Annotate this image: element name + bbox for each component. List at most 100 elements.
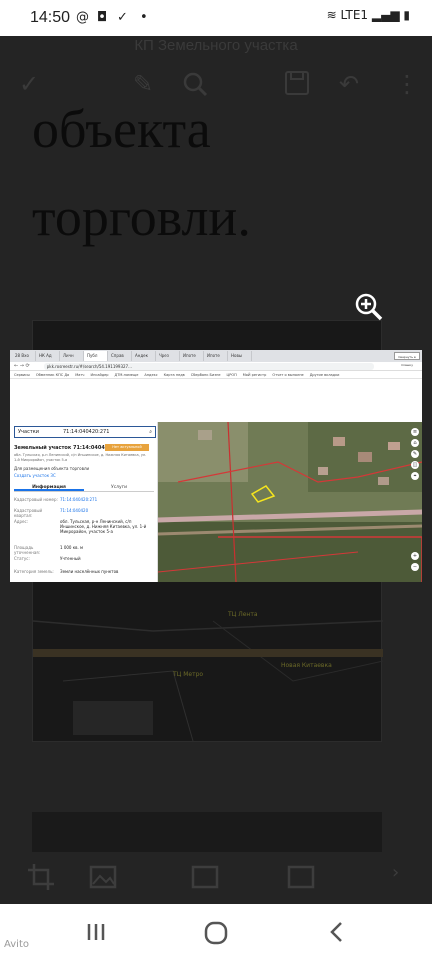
check-icon[interactable]: ✓ [14, 70, 44, 100]
field-value: 1 000 кв. м [60, 545, 84, 550]
background-image-strip [32, 812, 382, 852]
zoom-out-button[interactable]: − [411, 563, 419, 571]
field-row: Площадь уточненная: 1 000 кв. м [14, 545, 154, 555]
bookmark[interactable]: Андекс [144, 373, 157, 377]
map-tooltip[interactable]: Свернуть в плашку [394, 352, 420, 367]
browser-tab[interactable]: Новы [228, 351, 252, 361]
field-value: Земли населённых пунктов [60, 569, 119, 574]
more-icon[interactable]: › [392, 862, 426, 892]
bookmark[interactable]: МоЙ регистр [243, 373, 267, 377]
parcel-info-panel: Участки 71:14:040420:271 ⌕ Земельный уча… [10, 422, 158, 582]
browser-tab[interactable]: Ипоте [180, 351, 204, 361]
bookmark[interactable]: Матч [75, 373, 84, 377]
search-query[interactable]: 71:14:040420:271 [63, 427, 109, 437]
undo-icon[interactable]: ↶ [334, 70, 364, 100]
status-bar: 14:50 @ ◘ ✓ • ≋ LTE1 ▂▄▆ ▮ [0, 0, 432, 36]
bookmark[interactable]: Сбербанк Бизне [191, 373, 221, 377]
field-row: Статус: Учтенный [14, 556, 154, 561]
nav-arrows-icon[interactable]: ← → ⟳ [14, 363, 30, 369]
map-label: Новая Китаевка [281, 662, 332, 669]
recents-button[interactable] [84, 920, 114, 944]
info-tabs: Информация Услуги [14, 483, 154, 492]
map-tool-icon[interactable]: ⌂ [411, 439, 419, 447]
bottom-toolbar: › [0, 852, 432, 904]
search-category[interactable]: Участки [18, 429, 39, 435]
browser-tab[interactable]: 28 Вхо [12, 351, 36, 361]
map-tool-icon[interactable]: ⌖ [411, 472, 419, 480]
crop-icon[interactable] [26, 862, 60, 892]
field-key: Категория земель: [14, 569, 54, 574]
browser-tab[interactable]: Андек [132, 351, 156, 361]
field-key: Статус: [14, 556, 30, 561]
save-icon[interactable] [282, 70, 312, 100]
satellite-map[interactable]: ≡ ⌂ ✎ ◫ ⌖ + − [158, 422, 422, 582]
pen-icon[interactable]: ✎ [128, 70, 158, 100]
url-field[interactable]: pkk.rosreestr.ru/#/search/54.191199327..… [43, 362, 374, 370]
field-key: Кадастровый номер: [14, 497, 58, 502]
field-value: Учтенный [60, 556, 81, 561]
parcel-address-short: обл. Тульская, р-н Ленинский, с/п Иншинс… [14, 453, 147, 462]
field-value[interactable]: 71:14:040420:271 [60, 497, 154, 502]
bookmarks-bar: Сервисы Обменник КПС Да Матч Инсайдер ДТ… [10, 371, 422, 379]
cadastral-map-page: Участки 71:14:040420:271 ⌕ Земельный уча… [10, 422, 422, 582]
embedded-screenshot[interactable]: 28 Вхо НК Ад Личн Публ Справ Андек Чрез … [10, 350, 422, 582]
map-label: ТЦ Лента [228, 611, 258, 618]
browser-tab[interactable]: Чрез [156, 351, 180, 361]
browser-tab[interactable]: Личн [60, 351, 84, 361]
map-tool-icon[interactable]: ≡ [411, 428, 419, 436]
text-icon[interactable] [286, 862, 320, 892]
bookmark[interactable]: Инсайдер [90, 373, 108, 377]
bookmark[interactable]: Обменник КПС Да [36, 373, 69, 377]
search-icon[interactable]: ⌕ [149, 427, 152, 437]
dot-icon: • [140, 10, 148, 25]
back-button[interactable] [326, 920, 356, 944]
document-text-line: торговли. [32, 187, 251, 247]
parcel-purpose: Для размещения объекта торговли [14, 466, 90, 471]
signal-icon: ▂▄▆ [371, 8, 400, 22]
bookmark[interactable]: ЦРОП [227, 373, 237, 377]
field-key: Кадастровый квартал: [14, 508, 43, 518]
browser-tab-active[interactable]: Публ [84, 351, 108, 361]
at-icon: @ [76, 10, 89, 25]
wifi-icon: ≋ [326, 8, 337, 22]
home-button[interactable] [203, 920, 233, 945]
bookmark[interactable]: ДТМ-помеще [115, 373, 139, 377]
field-value[interactable]: 71:14:040420 [60, 508, 154, 518]
draw-icon[interactable] [190, 862, 224, 892]
bookmark[interactable]: Отчет о выполне [272, 373, 303, 377]
bookmark[interactable]: Другие вкладки [310, 373, 340, 377]
clock: 14:50 [30, 9, 71, 26]
network-label: LTE1 [340, 8, 369, 22]
map-road [33, 649, 383, 657]
field-row: Кадастровый номер: 71:14:040420:271 [14, 497, 154, 502]
search-icon[interactable] [180, 70, 210, 100]
page-blank-area [10, 379, 422, 422]
image-icon[interactable] [88, 862, 122, 892]
battery-icon: ▮ [403, 8, 410, 22]
tab-services[interactable]: Услуги [84, 483, 154, 491]
watermark: Avito [4, 939, 29, 950]
map-label: ТЦ Метро [173, 671, 204, 678]
map-tool-icon[interactable]: ✎ [411, 450, 419, 458]
tab-information[interactable]: Информация [14, 483, 84, 491]
browser-tab[interactable]: Справ [108, 351, 132, 361]
field-row: Адрес: обл. Тульская, р-н Ленинский, с/п… [14, 519, 154, 534]
status-right: ≋ LTE1 ▂▄▆ ▮ [327, 8, 410, 22]
browser-tab[interactable]: НК Ад [36, 351, 60, 361]
navigation-bar [0, 904, 432, 960]
field-key: Площадь уточненная: [14, 545, 41, 555]
bookmark[interactable]: Карта недв [164, 373, 185, 377]
browser-tabs: 28 Вхо НК Ад Личн Публ Справ Андек Чрез … [10, 350, 422, 362]
document-text-line: объекта [32, 99, 211, 159]
create-parcel-link[interactable]: Создать участок ЗС [14, 473, 56, 478]
bookmark[interactable]: Сервисы [14, 373, 30, 377]
parcel-search-input[interactable]: Участки 71:14:040420:271 ⌕ [14, 426, 156, 438]
more-icon[interactable]: ⋮ [392, 70, 422, 100]
map-tool-icon[interactable]: ◫ [411, 461, 419, 469]
instagram-icon: ◘ [97, 10, 108, 25]
field-value: обл. Тульская, р-н Ленинский, с/п Иншинс… [60, 519, 147, 534]
browser-tab[interactable]: Ипоте [204, 351, 228, 361]
zoom-in-icon[interactable] [354, 292, 384, 322]
zoom-in-button[interactable]: + [411, 552, 419, 560]
check-circle-icon: ✓ [117, 10, 128, 25]
